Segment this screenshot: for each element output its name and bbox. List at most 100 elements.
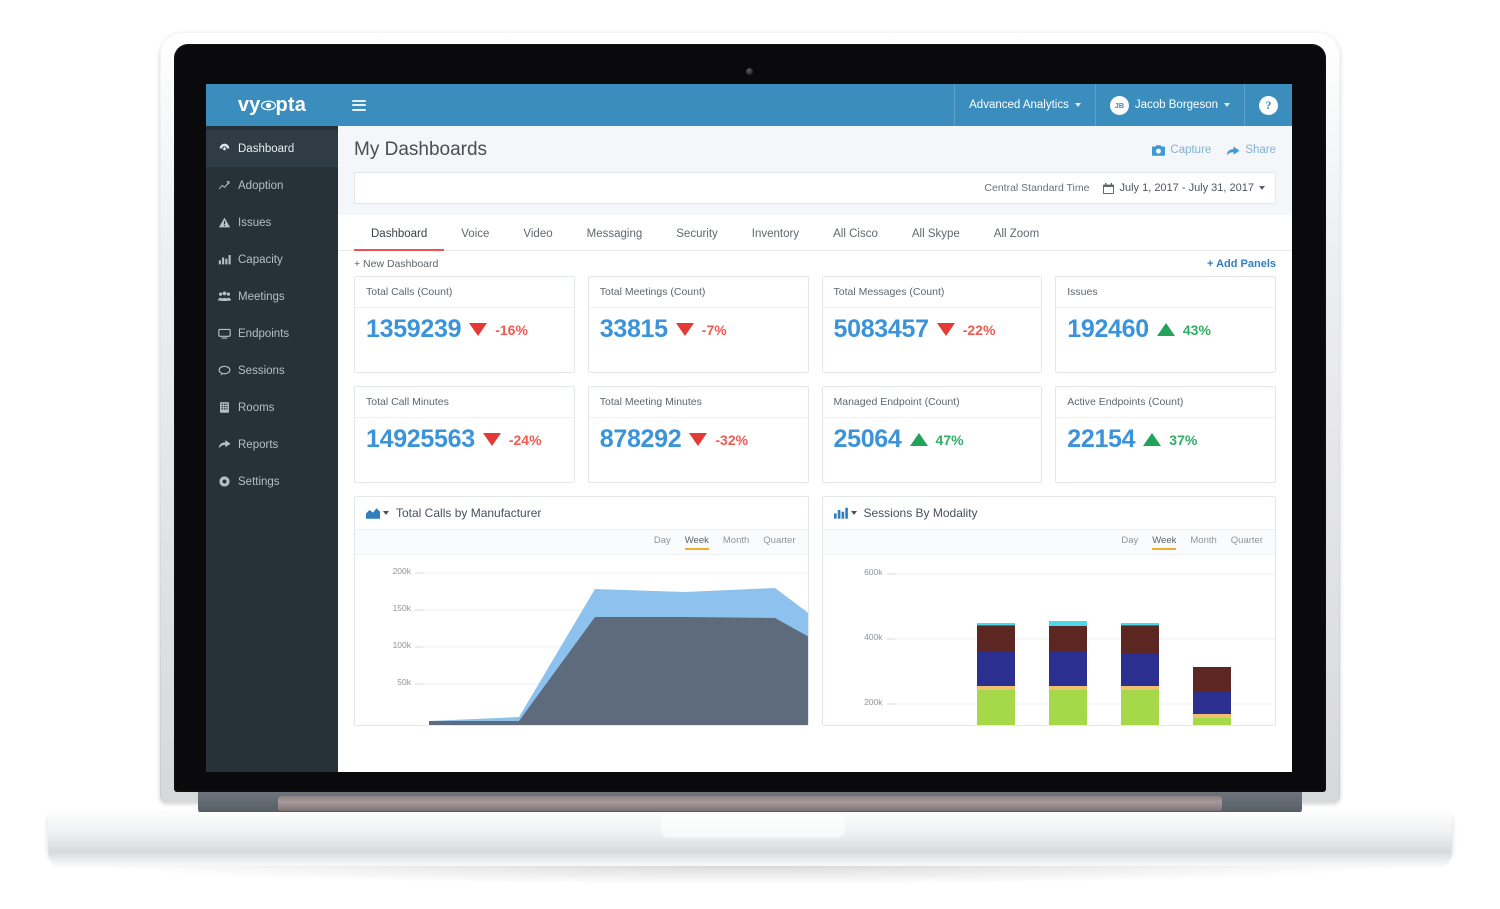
- sidebar-item-label: Dashboard: [238, 142, 295, 155]
- top-bar: Advanced Analytics JB Jacob Borgeson ?: [338, 84, 1292, 126]
- kpi-value: 878292: [599, 425, 682, 453]
- trend-down-icon: [482, 433, 501, 446]
- brand-logo[interactable]: vy pta: [206, 84, 338, 126]
- share-arrow-icon: [218, 438, 231, 451]
- help-menu[interactable]: ?: [1244, 84, 1292, 126]
- bar-chart-icon[interactable]: [833, 507, 857, 519]
- granularity-day[interactable]: Day: [1121, 535, 1138, 550]
- kpi-delta: 37%: [1169, 431, 1198, 448]
- sidebar-item-label: Issues: [238, 216, 272, 229]
- kpi-title: Total Meeting Minutes: [588, 387, 808, 418]
- advanced-analytics-menu[interactable]: Advanced Analytics: [954, 84, 1095, 126]
- bar-stack-3: [1120, 623, 1159, 725]
- panel-header: Total Calls by Manufacturer: [355, 497, 808, 530]
- trend-down-icon: [689, 433, 708, 446]
- granularity-quarter[interactable]: Quarter: [763, 535, 795, 550]
- sidebar-item-meetings[interactable]: Meetings: [206, 278, 338, 315]
- kpi-card-total-call-minutes[interactable]: Total Call Minutes 14925563 -24%: [354, 386, 575, 483]
- laptop-screen: vy pta Dashboard Adoption Issues Capacit…: [206, 84, 1292, 772]
- monitor-icon: [218, 327, 231, 340]
- kpi-card-total-calls[interactable]: Total Calls (Count) 1359239 -16%: [354, 276, 575, 373]
- kpi-card-active-endpoints[interactable]: Active Endpoints (Count) 22154 37%: [1055, 386, 1276, 483]
- tab-video[interactable]: Video: [506, 215, 569, 251]
- kpi-body: 1359239 -16%: [355, 308, 574, 342]
- trend-up-icon: [1156, 323, 1175, 336]
- granularity-month[interactable]: Month: [1190, 535, 1216, 550]
- tab-all-skype[interactable]: All Skype: [895, 215, 977, 251]
- laptop-shadow: [110, 866, 1390, 884]
- y-tick-label: 200k: [392, 566, 411, 576]
- chart-panel-grid: Total Calls by Manufacturer Day Week Mon…: [354, 496, 1276, 726]
- sidebar-item-capacity[interactable]: Capacity: [206, 241, 338, 278]
- chat-bubble-icon: [218, 364, 231, 377]
- new-dashboard-button[interactable]: + New Dashboard: [354, 258, 438, 270]
- tab-label: Video: [523, 228, 553, 240]
- kpi-card-total-meeting-minutes[interactable]: Total Meeting Minutes 878292 -32%: [587, 386, 809, 483]
- granularity-quarter[interactable]: Quarter: [1231, 535, 1263, 550]
- kpi-card-managed-endpoint[interactable]: Managed Endpoint (Count) 25064 47%: [821, 386, 1043, 483]
- chevron-down-icon: [1259, 186, 1265, 190]
- y-tick-label: 150k: [392, 603, 411, 613]
- tab-all-zoom[interactable]: All Zoom: [977, 215, 1056, 251]
- date-range-picker[interactable]: July 1, 2017 - July 31, 2017: [1103, 182, 1265, 194]
- granularity-day[interactable]: Day: [654, 535, 671, 550]
- sidebar-item-issues[interactable]: Issues: [206, 204, 338, 241]
- sidebar-item-endpoints[interactable]: Endpoints: [206, 315, 338, 352]
- hamburger-icon[interactable]: [352, 99, 366, 111]
- kpi-body: 878292 -32%: [589, 418, 808, 452]
- advanced-analytics-label: Advanced Analytics: [969, 99, 1069, 111]
- y-tick-label: 600k: [864, 567, 883, 577]
- sidebar-item-label: Settings: [238, 475, 280, 488]
- tab-voice[interactable]: Voice: [444, 215, 506, 251]
- sidebar-item-label: Adoption: [238, 179, 284, 192]
- sidebar-item-rooms[interactable]: Rooms: [206, 389, 338, 426]
- kpi-body: 14925563 -24%: [355, 418, 574, 452]
- page-header: My Dashboards Capture Share: [338, 126, 1292, 172]
- tab-messaging[interactable]: Messaging: [570, 215, 660, 251]
- add-panels-button[interactable]: + Add Panels: [1207, 258, 1276, 270]
- tab-all-cisco[interactable]: All Cisco: [816, 215, 895, 251]
- kpi-title: Active Endpoints (Count): [1056, 387, 1275, 418]
- dashboard-tabs: Dashboard Voice Video Messaging Security…: [338, 215, 1292, 251]
- kpi-delta: -22%: [962, 321, 996, 338]
- granularity-week[interactable]: Week: [1152, 535, 1177, 550]
- kpi-delta: -24%: [508, 431, 542, 448]
- capture-button[interactable]: Capture: [1152, 144, 1211, 156]
- kpi-value: 192460: [1067, 315, 1149, 343]
- trend-up-icon: [909, 433, 928, 446]
- sidebar-item-sessions[interactable]: Sessions: [206, 352, 338, 389]
- granularity-week[interactable]: Week: [684, 535, 709, 550]
- kpi-grid: Total Calls (Count) 1359239 -16% Total M…: [354, 276, 1276, 483]
- kpi-value: 22154: [1067, 425, 1136, 453]
- tab-dashboard[interactable]: Dashboard: [354, 215, 445, 251]
- gear-icon: [218, 475, 231, 488]
- kpi-body: 5083457 -22%: [823, 308, 1042, 342]
- calendar-icon: [1103, 182, 1115, 194]
- kpi-card-issues[interactable]: Issues 192460 43%: [1055, 276, 1276, 373]
- brand-name-right: pta: [275, 93, 307, 116]
- tab-label: Dashboard: [371, 228, 428, 240]
- tab-inventory[interactable]: Inventory: [735, 215, 816, 251]
- panel-header: Sessions By Modality: [822, 497, 1275, 530]
- granularity-month[interactable]: Month: [723, 535, 749, 550]
- kpi-title: Issues: [1056, 277, 1275, 308]
- kpi-card-total-messages[interactable]: Total Messages (Count) 5083457 -22%: [821, 276, 1043, 373]
- filter-bar[interactable]: Central Standard Time July 1, 2017 - Jul…: [354, 172, 1276, 204]
- sidebar-item-settings[interactable]: Settings: [206, 463, 338, 500]
- sidebar-item-dashboard[interactable]: Dashboard: [206, 130, 338, 167]
- kpi-value: 33815: [599, 315, 668, 343]
- share-button[interactable]: Share: [1227, 144, 1276, 156]
- kpi-delta: 43%: [1182, 321, 1211, 338]
- area-chart-icon[interactable]: [366, 507, 389, 519]
- user-menu[interactable]: JB Jacob Borgeson: [1094, 84, 1244, 126]
- dashboard-subrow: + New Dashboard + Add Panels: [338, 251, 1292, 276]
- filter-bar-wrap: Central Standard Time July 1, 2017 - Jul…: [338, 172, 1292, 215]
- sidebar-item-adoption[interactable]: Adoption: [206, 167, 338, 204]
- kpi-delta: -16%: [495, 321, 528, 338]
- sidebar-item-reports[interactable]: Reports: [206, 426, 338, 463]
- vyopta-app: vy pta Dashboard Adoption Issues Capacit…: [206, 84, 1292, 772]
- page-actions: Capture Share: [1152, 144, 1276, 156]
- tab-security[interactable]: Security: [659, 215, 735, 251]
- bar-stack-4: [1192, 667, 1231, 725]
- kpi-card-total-meetings[interactable]: Total Meetings (Count) 33815 -7%: [587, 276, 809, 373]
